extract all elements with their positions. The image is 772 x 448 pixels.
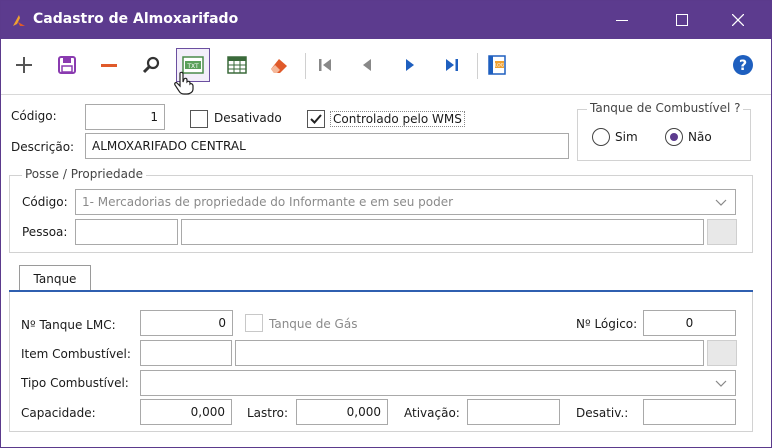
codigo-input[interactable]: 1: [85, 104, 165, 130]
posse-codigo-label: Código:: [22, 195, 68, 209]
remove-button[interactable]: [92, 48, 126, 82]
posse-codigo-value: 1- Mercadorias de propriedade do Informa…: [82, 195, 454, 209]
ativacao-input[interactable]: [467, 399, 560, 425]
posse-codigo-select[interactable]: 1- Mercadorias de propriedade do Informa…: [75, 189, 736, 215]
log-icon: LOG: [488, 55, 506, 75]
pessoa-name-input[interactable]: [181, 219, 704, 245]
close-icon: [732, 14, 744, 26]
radio-selected-dot: [670, 133, 678, 141]
lastro-input[interactable]: 0,000: [296, 399, 388, 425]
pessoa-lookup-button[interactable]: [707, 219, 737, 245]
svg-text:?: ?: [739, 58, 747, 74]
item-combustivel-name-input[interactable]: [235, 340, 704, 366]
tanque-combustivel-title: Tanque de Combustível ?: [587, 101, 744, 115]
first-record-icon: [319, 59, 331, 71]
tipo-combustivel-select[interactable]: [140, 370, 736, 396]
app-logo-icon: [13, 15, 25, 26]
maximize-button[interactable]: [659, 1, 705, 39]
desativ-input[interactable]: [643, 399, 736, 425]
save-button[interactable]: [50, 48, 84, 82]
eraser-icon: [271, 59, 287, 73]
last-record-icon: [446, 59, 458, 71]
toolbar-separator: [477, 53, 478, 79]
tipo-combustivel-label: Tipo Combustível:: [21, 376, 129, 390]
tab-tanque[interactable]: Tanque: [19, 265, 91, 291]
log-button[interactable]: LOG: [480, 48, 514, 82]
checkmark-icon: [310, 114, 322, 124]
first-record-button[interactable]: [308, 48, 342, 82]
tanque-gas-label: Tanque de Gás: [269, 317, 358, 331]
title-bar[interactable]: Cadastro de Almoxarifado: [1, 1, 771, 39]
prev-record-button[interactable]: [350, 48, 384, 82]
chevron-down-icon: [715, 199, 727, 206]
minimize-button[interactable]: [599, 1, 645, 39]
svg-text:LOG: LOG: [495, 63, 505, 69]
desativado-checkbox[interactable]: [190, 110, 208, 128]
toolbar-separator: [305, 53, 306, 79]
window-title: Cadastro de Almoxarifado: [33, 11, 239, 27]
grid-button[interactable]: [220, 48, 254, 82]
remove-icon: [101, 64, 117, 67]
item-combustivel-label: Item Combustível:: [21, 347, 131, 361]
item-combustivel-lookup-button[interactable]: [707, 340, 737, 366]
help-button[interactable]: ?: [726, 48, 760, 82]
tab-tanque-label: Tanque: [33, 271, 77, 286]
hand-cursor-icon: [174, 71, 194, 95]
desativado-label: Desativado: [214, 111, 282, 125]
prev-record-icon: [363, 59, 371, 71]
minimize-icon: [616, 20, 628, 21]
save-icon: [58, 56, 76, 74]
app-window: Cadastro de Almoxarifado TXT LOG ? Códig…: [0, 0, 772, 448]
pessoa-code-input[interactable]: [75, 219, 178, 245]
item-combustivel-code-input[interactable]: [140, 340, 232, 366]
chevron-down-icon: [715, 380, 727, 387]
capacidade-input[interactable]: 0,000: [140, 399, 232, 425]
ativacao-label: Ativação:: [404, 406, 460, 420]
search-icon: [142, 56, 160, 74]
help-icon: ?: [733, 55, 753, 75]
nao-label: Não: [688, 130, 712, 144]
controlado-wms-label: Controlado pelo WMS: [330, 111, 465, 127]
add-icon: [16, 57, 32, 73]
tanque-lmc-label: Nº Tanque LMC:: [21, 318, 116, 332]
search-button[interactable]: [134, 48, 168, 82]
descricao-label: Descrição:: [11, 140, 75, 154]
capacidade-label: Capacidade:: [21, 406, 96, 420]
pessoa-label: Pessoa:: [22, 225, 68, 239]
maximize-icon: [676, 14, 688, 26]
desativ-label: Desativ.:: [576, 406, 629, 420]
nao-radio[interactable]: [665, 128, 683, 146]
tanque-gas-checkbox[interactable]: [245, 314, 263, 332]
svg-text:TXT: TXT: [186, 63, 199, 70]
grid-icon: [227, 56, 247, 74]
logico-label: Nº Lógico:: [576, 317, 638, 331]
posse-propriedade-title: Posse / Propriedade: [22, 167, 146, 181]
next-record-icon: [406, 59, 414, 71]
add-button[interactable]: [7, 48, 41, 82]
last-record-button[interactable]: [435, 48, 469, 82]
descricao-input[interactable]: ALMOXARIFADO CENTRAL: [85, 133, 569, 159]
controlado-wms-checkbox[interactable]: [307, 110, 325, 128]
close-button[interactable]: [715, 1, 761, 39]
logico-input[interactable]: 0: [643, 310, 736, 336]
next-record-button[interactable]: [393, 48, 427, 82]
sim-radio[interactable]: [592, 128, 610, 146]
tanque-lmc-input[interactable]: 0: [140, 310, 233, 336]
eraser-button[interactable]: [262, 48, 296, 82]
sim-label: Sim: [615, 130, 638, 144]
toolbar: TXT LOG ?: [1, 39, 771, 95]
lastro-label: Lastro:: [247, 406, 289, 420]
codigo-label: Código:: [11, 109, 57, 123]
